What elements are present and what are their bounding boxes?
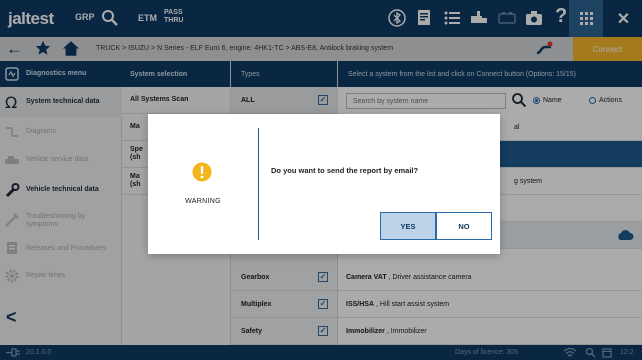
dialog-message: Do you want to send the report by email? [271,166,419,175]
no-button[interactable]: NO [436,212,492,240]
warning-icon [192,162,212,182]
dialog-type-label: WARNING [185,198,221,205]
warning-dialog: WARNING Do you want to send the report b… [148,114,500,254]
dialog-divider [258,128,259,240]
yes-button[interactable]: YES [380,212,436,240]
